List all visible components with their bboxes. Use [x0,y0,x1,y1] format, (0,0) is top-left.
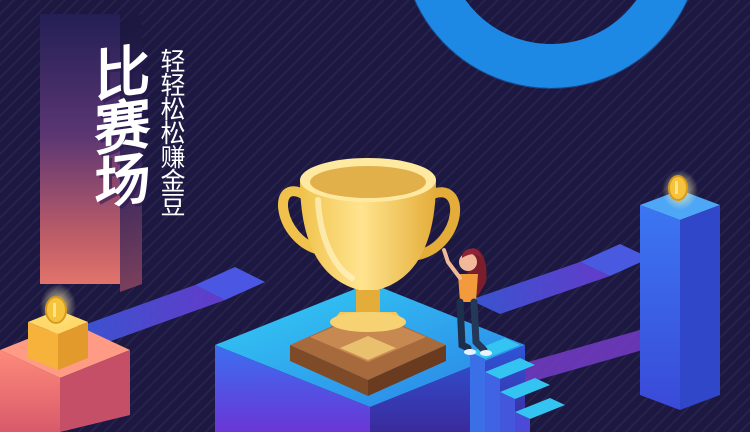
banner: 比赛场 轻轻松松赚金豆 [0,0,750,432]
coin-icon [662,170,698,210]
illustration [0,158,720,432]
trophy-icon [278,158,461,332]
coin-icon [40,284,76,328]
right-tower [640,190,720,410]
path-left [70,267,265,345]
